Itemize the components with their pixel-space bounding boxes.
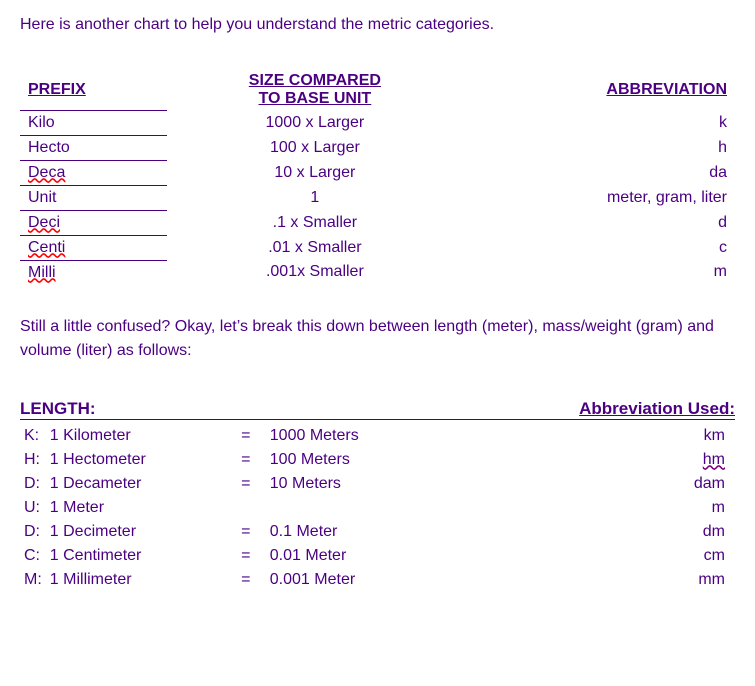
- length-abbr: hm: [426, 448, 735, 472]
- length-value: 100 Meters: [266, 448, 426, 472]
- size-header-line2: TO BASE UNIT: [175, 90, 454, 108]
- length-unit: 1 Hectometer: [46, 448, 226, 472]
- length-letter: K:: [20, 424, 46, 448]
- length-value: 0.001 Meter: [266, 568, 426, 592]
- length-row: D:1 Decameter=10 Metersdam: [20, 472, 735, 496]
- length-equals: =: [226, 424, 266, 448]
- length-unit: 1 Millimeter: [46, 568, 226, 592]
- metric-abbr-cell: meter, gram, liter: [463, 185, 735, 210]
- length-row: K:1 Kilometer=1000 Meterskm: [20, 424, 735, 448]
- prefix-header: PREFIX: [20, 70, 167, 110]
- metric-size-cell: .01 x Smaller: [167, 235, 462, 260]
- length-letter: C:: [20, 544, 46, 568]
- length-unit: 1 Decameter: [46, 472, 226, 496]
- metric-abbr-cell: m: [463, 260, 735, 285]
- metric-table: PREFIX SIZE COMPARED TO BASE UNIT ABBREV…: [20, 70, 735, 285]
- metric-abbr-cell: k: [463, 110, 735, 135]
- length-title: LENGTH:: [20, 399, 96, 419]
- intro-paragraph: Here is another chart to help you unders…: [20, 16, 735, 34]
- length-title-row: LENGTH: Abbreviation Used:: [20, 399, 735, 420]
- length-table: K:1 Kilometer=1000 MeterskmH:1 Hectomete…: [20, 424, 735, 592]
- length-unit: 1 Decimeter: [46, 520, 226, 544]
- length-letter: D:: [20, 472, 46, 496]
- length-abbr: cm: [426, 544, 735, 568]
- metric-abbr-cell: h: [463, 135, 735, 160]
- metric-prefix-cell: Deca: [20, 160, 167, 185]
- length-equals: =: [226, 520, 266, 544]
- length-row: D:1 Decimeter=0.1 Meterdm: [20, 520, 735, 544]
- metric-prefix-cell: Deci: [20, 210, 167, 235]
- metric-size-cell: .001x Smaller: [167, 260, 462, 285]
- metric-size-cell: 1: [167, 185, 462, 210]
- length-letter: M:: [20, 568, 46, 592]
- length-unit: 1 Centimeter: [46, 544, 226, 568]
- length-abbr: mm: [426, 568, 735, 592]
- metric-prefix-cell: Centi: [20, 235, 167, 260]
- length-equals: =: [226, 472, 266, 496]
- size-header: SIZE COMPARED TO BASE UNIT: [167, 70, 462, 110]
- metric-abbr-cell: d: [463, 210, 735, 235]
- length-row: C:1 Centimeter=0.01 Metercm: [20, 544, 735, 568]
- metric-prefix-cell: Milli: [20, 260, 167, 285]
- length-unit: 1 Meter: [46, 496, 226, 520]
- metric-abbr-cell: c: [463, 235, 735, 260]
- length-letter: D:: [20, 520, 46, 544]
- length-abbr: km: [426, 424, 735, 448]
- abbr-used-title: Abbreviation Used:: [579, 399, 735, 419]
- metric-prefix-cell: Kilo: [20, 110, 167, 135]
- length-abbr: m: [426, 496, 735, 520]
- size-header-line1: SIZE COMPARED: [175, 72, 454, 90]
- metric-prefix-cell: Hecto: [20, 135, 167, 160]
- length-section: LENGTH: Abbreviation Used: K:1 Kilometer…: [20, 399, 735, 592]
- length-unit: 1 Kilometer: [46, 424, 226, 448]
- length-row: M:1 Millimeter=0.001 Metermm: [20, 568, 735, 592]
- length-value: 0.01 Meter: [266, 544, 426, 568]
- metric-prefix-cell: Unit: [20, 185, 167, 210]
- metric-size-cell: 10 x Larger: [167, 160, 462, 185]
- length-value: 0.1 Meter: [266, 520, 426, 544]
- confused-paragraph: Still a little confused? Okay, let’s bre…: [20, 315, 735, 363]
- length-row: U:1 Meter m: [20, 496, 735, 520]
- metric-size-cell: 1000 x Larger: [167, 110, 462, 135]
- length-abbr: dam: [426, 472, 735, 496]
- length-equals: =: [226, 544, 266, 568]
- length-letter: H:: [20, 448, 46, 472]
- metric-size-cell: 100 x Larger: [167, 135, 462, 160]
- length-value: [266, 496, 426, 520]
- length-value: 10 Meters: [266, 472, 426, 496]
- length-equals: =: [226, 568, 266, 592]
- length-equals: [226, 496, 266, 520]
- length-letter: U:: [20, 496, 46, 520]
- length-abbr: dm: [426, 520, 735, 544]
- metric-size-cell: .1 x Smaller: [167, 210, 462, 235]
- length-value: 1000 Meters: [266, 424, 426, 448]
- length-row: H:1 Hectometer=100 Metershm: [20, 448, 735, 472]
- metric-abbr-cell: da: [463, 160, 735, 185]
- length-equals: =: [226, 448, 266, 472]
- abbr-header: ABBREVIATION: [463, 70, 735, 110]
